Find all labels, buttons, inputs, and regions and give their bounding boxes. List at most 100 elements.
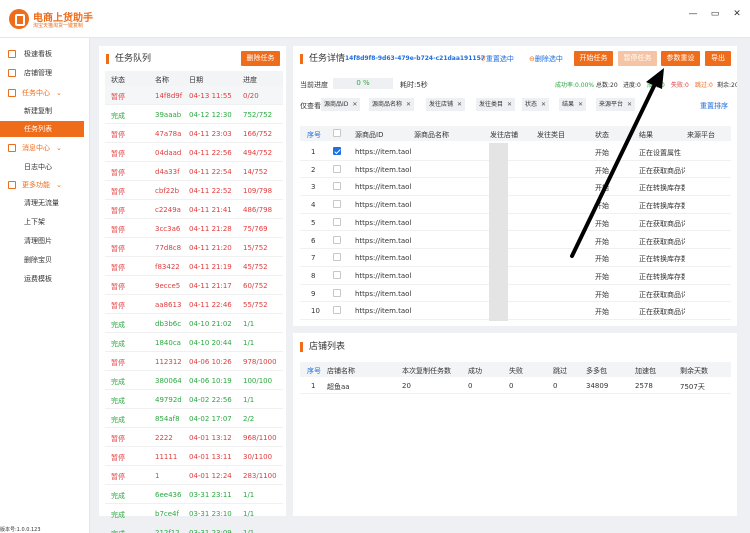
close-icon[interactable]: ✕ bbox=[541, 101, 546, 108]
minimize-icon[interactable]: — bbox=[686, 9, 700, 19]
detail-row[interactable]: 10 https://item.taol 开始 正在获取商品详情 bbox=[300, 302, 731, 320]
row-checkbox[interactable] bbox=[333, 288, 341, 297]
task-queue-row[interactable]: 完成 380064 04-06 10:19 100/100 bbox=[105, 371, 283, 390]
task-progress: 1/1 bbox=[243, 510, 255, 518]
start-task-button[interactable]: 开始任务 bbox=[574, 51, 613, 66]
sidebar-item-5[interactable]: 消息中心 ⌄ bbox=[0, 140, 84, 156]
export-button[interactable]: 导出 bbox=[705, 51, 731, 66]
task-queue-row[interactable]: 完成 49792d 04-02 22:56 1/1 bbox=[105, 390, 283, 409]
reset-sort-link[interactable]: 重置排序 bbox=[700, 101, 728, 111]
task-queue-row[interactable]: 完成 212f12 03-31 23:09 1/1 bbox=[105, 523, 283, 533]
filter-tag[interactable]: 发往店铺 ✕ bbox=[426, 98, 466, 111]
detail-row[interactable]: 5 https://item.taol 开始 正在获取商品详情 bbox=[300, 214, 731, 232]
sidebar-item-3[interactable]: 新建复制 bbox=[0, 103, 84, 119]
task-queue-row[interactable]: 完成 db3b6c 04-10 21:02 1/1 bbox=[105, 314, 283, 333]
sidebar-item-10[interactable]: 清理图片 bbox=[0, 233, 84, 249]
sidebar-item-9[interactable]: 上下架 bbox=[0, 214, 84, 230]
task-status: 完成 bbox=[111, 340, 125, 348]
row-checkbox[interactable] bbox=[333, 217, 341, 226]
delete-task-button[interactable]: 删除任务 bbox=[241, 51, 280, 66]
row-checkbox[interactable] bbox=[333, 235, 341, 244]
col-index: 序号 bbox=[307, 131, 321, 139]
detail-row[interactable]: 4 https://item.taol 开始 正在转换库存数据 bbox=[300, 196, 731, 214]
task-queue-row[interactable]: 暂停 3cc3a6 04-11 21:28 75/769 bbox=[105, 219, 283, 238]
sidebar-item-7[interactable]: 更多功能 ⌄ bbox=[0, 177, 84, 193]
detail-row[interactable]: 1 https://item.taol 开始 正在设置属性 bbox=[300, 143, 731, 161]
select-all-checkbox[interactable] bbox=[333, 129, 341, 137]
col-platform: 来源平台 bbox=[687, 131, 715, 139]
row-checkbox[interactable] bbox=[333, 164, 341, 173]
total-count: 总数:20 bbox=[596, 82, 618, 89]
detail-row[interactable]: 7 https://item.taol 开始 正在转换库存数据 bbox=[300, 249, 731, 267]
task-status: 暂停 bbox=[111, 473, 125, 481]
sidebar-item-12[interactable]: 运费模板 bbox=[0, 271, 84, 287]
row-state: 开始 bbox=[595, 166, 609, 175]
task-queue-row[interactable]: 完成 b7ce4f 03-31 23:10 1/1 bbox=[105, 504, 283, 523]
filter-tag[interactable]: 源商品名称 ✕ bbox=[369, 98, 415, 111]
sidebar-item-6[interactable]: 日志中心 bbox=[0, 159, 84, 175]
close-icon[interactable]: ✕ bbox=[507, 101, 512, 108]
task-queue-row[interactable]: 暂停 c2249a 04-11 21:41 486/798 bbox=[105, 200, 283, 219]
row-checkbox[interactable] bbox=[333, 253, 341, 262]
row-checkbox[interactable] bbox=[333, 182, 341, 191]
filter-tag[interactable]: 发往类目 ✕ bbox=[476, 98, 516, 111]
sidebar-item-8[interactable]: 清理无流量 bbox=[0, 195, 84, 211]
sidebar-item-2[interactable]: 任务中心 ⌄ bbox=[0, 85, 84, 101]
close-icon[interactable]: ✕ bbox=[352, 101, 357, 108]
maximize-icon[interactable]: ▭ bbox=[708, 9, 722, 19]
close-icon[interactable]: ✕ bbox=[406, 101, 411, 108]
row-checkbox[interactable] bbox=[333, 306, 341, 315]
task-queue-row[interactable]: 暂停 112312 04-06 10:26 978/1000 bbox=[105, 352, 283, 371]
detail-row[interactable]: 9 https://item.taol 开始 正在获取商品详情 bbox=[300, 285, 731, 303]
task-queue-row[interactable]: 完成 1840ca 04-10 20:44 1/1 bbox=[105, 333, 283, 352]
task-date: 04-11 21:17 bbox=[189, 282, 232, 290]
task-queue-row[interactable]: 暂停 04daad 04-11 22:56 494/752 bbox=[105, 143, 283, 162]
task-queue-row[interactable]: 完成 6ee436 03-31 23:11 1/1 bbox=[105, 485, 283, 504]
shop-row[interactable]: 1 超鱼aa 20 0 0 0 34809 2578 7507天 bbox=[300, 377, 731, 394]
sidebar-item-11[interactable]: 删除宝贝 bbox=[0, 252, 84, 268]
task-queue-row[interactable]: 暂停 d4a33f 04-11 22:54 14/752 bbox=[105, 162, 283, 181]
task-progress: 55/752 bbox=[243, 301, 268, 309]
filter-tag[interactable]: 来源平台 ✕ bbox=[596, 98, 636, 111]
row-index: 1 bbox=[311, 148, 316, 156]
close-icon[interactable]: ✕ bbox=[457, 101, 462, 108]
detail-row[interactable]: 3 https://item.taol 开始 正在转换库存数据 bbox=[300, 178, 731, 197]
filter-tag[interactable]: 结果 ✕ bbox=[559, 98, 587, 111]
task-date: 03-31 23:11 bbox=[189, 491, 232, 499]
filter-tag[interactable]: 状态 ✕ bbox=[522, 98, 550, 111]
version-label: 版本号:1.0.0.123 bbox=[0, 527, 41, 533]
task-queue-row[interactable]: 完成 39aaab 04-12 12:30 752/752 bbox=[105, 105, 283, 124]
detail-row[interactable]: 6 https://item.taol 开始 正在获取商品详情 bbox=[300, 232, 731, 250]
shop-cell-8: 7507天 bbox=[680, 383, 705, 391]
close-icon[interactable]: ✕ bbox=[627, 101, 632, 108]
pause-task-button[interactable]: 暂停任务 bbox=[618, 51, 657, 66]
sidebar-item-0[interactable]: 极速看板 bbox=[0, 46, 84, 62]
task-queue-row[interactable]: 暂停 14f8d9f 04-13 11:55 0/20 bbox=[105, 86, 283, 105]
filter-tag[interactable]: 源商品ID ✕ bbox=[321, 98, 361, 111]
filter-tag-label: 源商品名称 bbox=[372, 101, 403, 108]
task-queue-row[interactable]: 暂停 77d8c8 04-11 21:20 15/752 bbox=[105, 238, 283, 257]
row-index: 7 bbox=[311, 254, 316, 263]
task-queue-row[interactable]: 暂停 2222 04-01 13:12 968/1100 bbox=[105, 428, 283, 447]
row-checkbox[interactable] bbox=[333, 147, 341, 155]
row-checkbox[interactable] bbox=[333, 200, 341, 209]
sidebar-item-1[interactable]: 店铺管理 bbox=[0, 65, 84, 81]
close-icon[interactable]: ✕ bbox=[578, 101, 583, 108]
sidebar-item-label: 运费模板 bbox=[24, 275, 52, 283]
task-queue-row[interactable]: 暂停 9ecce5 04-11 21:17 60/752 bbox=[105, 276, 283, 295]
detail-row[interactable]: 2 https://item.taol 开始 正在获取商品详情 bbox=[300, 161, 731, 179]
task-queue-row[interactable]: 暂停 47a78a 04-11 23:03 166/752 bbox=[105, 124, 283, 143]
task-queue-row[interactable]: 暂停 aa8613 04-11 22:46 55/752 bbox=[105, 295, 283, 314]
reselect-link[interactable]: ↺重置选中 bbox=[480, 54, 514, 64]
task-queue-row[interactable]: 暂停 1 04-01 12:24 283/1100 bbox=[105, 466, 283, 485]
close-icon[interactable]: ✕ bbox=[730, 9, 744, 19]
sidebar-item-4[interactable]: 任务列表 bbox=[0, 121, 84, 137]
delete-selected-link[interactable]: ⊖删除选中 bbox=[529, 54, 563, 64]
task-queue-row[interactable]: 暂停 cbf22b 04-11 22:52 109/798 bbox=[105, 181, 283, 200]
params-reset-button[interactable]: 参数重设 bbox=[661, 51, 700, 66]
detail-row[interactable]: 8 https://item.taol 开始 正在转换库存数据 bbox=[300, 267, 731, 285]
task-queue-row[interactable]: 暂停 f83422 04-11 21:19 45/752 bbox=[105, 257, 283, 276]
row-checkbox[interactable] bbox=[333, 270, 341, 279]
task-queue-row[interactable]: 完成 854af8 04-02 17:07 2/2 bbox=[105, 409, 283, 428]
task-queue-row[interactable]: 暂停 11111 04-01 13:11 30/1100 bbox=[105, 447, 283, 466]
